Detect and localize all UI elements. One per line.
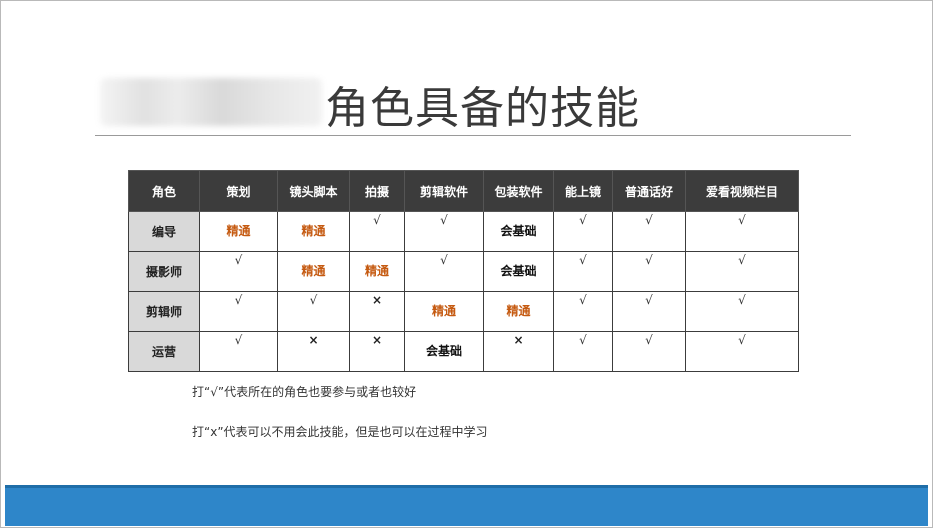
role-cell: 编导 xyxy=(128,211,200,252)
skills-table: 角色 策划 镜头脚本 拍摄 剪辑软件 包装软件 能上镜 普通话好 爱看视频栏目 … xyxy=(128,170,799,372)
check-mark-icon: √ xyxy=(738,333,746,347)
skill-cell: × xyxy=(349,291,405,332)
skill-cell: × xyxy=(349,331,405,372)
skill-cell: × xyxy=(277,331,350,372)
check-mark-icon: √ xyxy=(440,213,448,227)
check-mark-icon: √ xyxy=(645,213,653,227)
skill-cell: √ xyxy=(612,211,686,252)
header-cell: 普通话好 xyxy=(612,170,686,212)
cross-mark-icon: × xyxy=(308,333,319,347)
footer-bar xyxy=(5,485,928,526)
table-row: 剪辑师 √ √ × 精通 精通 √ √ √ xyxy=(128,291,799,332)
role-cell: 剪辑师 xyxy=(128,291,200,332)
title-divider xyxy=(95,135,851,136)
skill-cell: √ xyxy=(612,291,686,332)
check-mark-icon: √ xyxy=(309,293,318,307)
check-mark-icon: √ xyxy=(645,333,653,347)
check-mark-icon: √ xyxy=(579,293,587,307)
skill-cell: √ xyxy=(685,211,799,252)
skill-cell: √ xyxy=(349,211,405,252)
expert-label: 精通 xyxy=(431,304,456,318)
skill-cell: 精通 xyxy=(277,251,350,292)
check-mark-icon: √ xyxy=(373,213,381,227)
skill-cell: 精通 xyxy=(349,251,405,292)
skill-cell: 会基础 xyxy=(483,251,554,292)
header-cell: 爱看视频栏目 xyxy=(685,170,799,212)
skill-cell: 精通 xyxy=(483,291,554,332)
basic-label: 会基础 xyxy=(500,264,537,278)
header-cell: 策划 xyxy=(199,170,278,212)
header-cell: 角色 xyxy=(128,170,200,212)
skill-cell: 会基础 xyxy=(483,211,554,252)
check-mark-icon: √ xyxy=(645,293,653,307)
skill-cell: √ xyxy=(612,251,686,292)
check-mark-icon: √ xyxy=(645,253,653,267)
role-cell: 运营 xyxy=(128,331,200,372)
slide-title: 角色具备的技能 xyxy=(325,83,640,134)
cross-mark-icon: × xyxy=(513,333,524,347)
skill-cell: 会基础 xyxy=(404,331,484,372)
check-mark-icon: √ xyxy=(440,253,448,267)
expert-label: 精通 xyxy=(506,304,531,318)
skill-cell: √ xyxy=(553,251,613,292)
table-header-row: 角色 策划 镜头脚本 拍摄 剪辑软件 包装软件 能上镜 普通话好 爱看视频栏目 xyxy=(128,170,799,212)
skill-cell: √ xyxy=(685,251,799,292)
check-mark-icon: √ xyxy=(234,333,243,347)
expert-label: 精通 xyxy=(364,264,389,278)
check-mark-icon: √ xyxy=(579,333,587,347)
check-mark-icon: √ xyxy=(234,253,243,267)
redacted-logo xyxy=(100,78,322,126)
cross-mark-icon: × xyxy=(371,333,383,347)
skill-cell: √ xyxy=(685,331,799,372)
skill-cell: √ xyxy=(612,331,686,372)
skill-cell: 精通 xyxy=(404,291,484,332)
skill-cell: √ xyxy=(199,291,278,332)
skill-cell: √ xyxy=(553,331,613,372)
cross-mark-icon: × xyxy=(371,293,383,307)
skill-cell: √ xyxy=(553,211,613,252)
header-cell: 镜头脚本 xyxy=(277,170,350,212)
basic-label: 会基础 xyxy=(425,344,462,358)
skill-cell: √ xyxy=(277,291,350,332)
table-row: 运营 √ × × 会基础 × √ √ √ xyxy=(128,331,799,372)
header-cell: 能上镜 xyxy=(553,170,613,212)
note-cross: 打“x”代表可以不用会此技能，但是也可以在过程中学习 xyxy=(192,425,488,439)
skill-cell: 精通 xyxy=(199,211,278,252)
table-row: 编导 精通 精通 √ √ 会基础 √ √ √ xyxy=(128,211,799,252)
skill-cell: √ xyxy=(404,251,484,292)
header-cell: 剪辑软件 xyxy=(404,170,484,212)
expert-label: 精通 xyxy=(226,224,251,238)
role-cell: 摄影师 xyxy=(128,251,200,292)
basic-label: 会基础 xyxy=(500,224,537,238)
header-cell: 拍摄 xyxy=(349,170,405,212)
check-mark-icon: √ xyxy=(579,213,587,227)
skill-cell: × xyxy=(483,331,554,372)
skill-cell: √ xyxy=(404,211,484,252)
check-mark-icon: √ xyxy=(579,253,587,267)
check-mark-icon: √ xyxy=(738,293,746,307)
skill-cell: 精通 xyxy=(277,211,350,252)
skill-cell: √ xyxy=(199,331,278,372)
table-row: 摄影师 √ 精通 精通 √ 会基础 √ √ √ xyxy=(128,251,799,292)
expert-label: 精通 xyxy=(301,224,326,238)
expert-label: 精通 xyxy=(301,264,326,278)
header-cell: 包装软件 xyxy=(483,170,554,212)
skill-cell: √ xyxy=(199,251,278,292)
note-check: 打“√”代表所在的角色也要参与或者也较好 xyxy=(192,385,417,399)
skill-cell: √ xyxy=(553,291,613,332)
check-mark-icon: √ xyxy=(738,253,746,267)
skill-cell: √ xyxy=(685,291,799,332)
check-mark-icon: √ xyxy=(738,213,746,227)
check-mark-icon: √ xyxy=(234,293,243,307)
